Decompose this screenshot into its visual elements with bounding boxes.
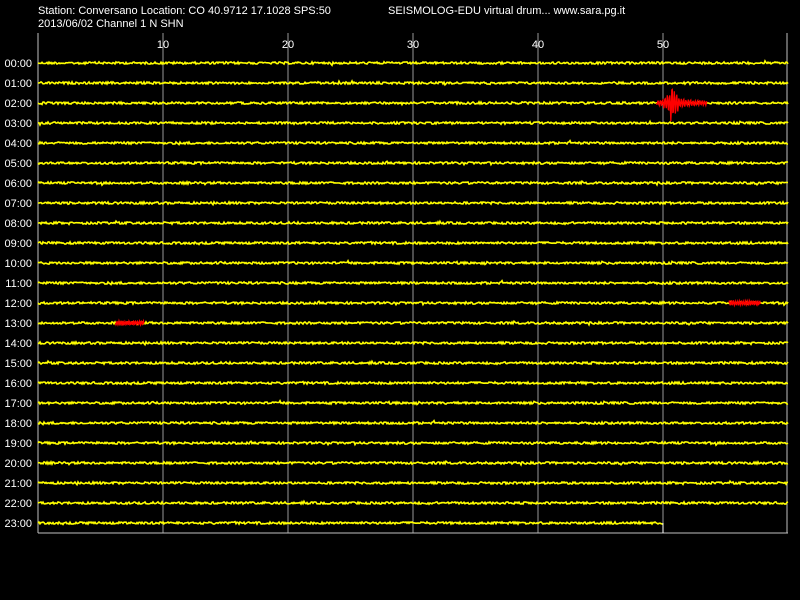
row-label: 22:00 (4, 498, 32, 510)
seismic-event-1200 (728, 298, 761, 308)
row-label: 04:00 (4, 138, 32, 150)
x-tick-label: 40 (532, 39, 544, 51)
seismic-event-1300 (114, 318, 145, 328)
row-label: 07:00 (4, 198, 32, 210)
row-label: 11:00 (5, 278, 32, 290)
seismogram-drum: 10 20 30 40 50 00:00 01:00 02:00 03:00 04:00 05:00… (4, 33, 789, 534)
row-label: 03:00 (4, 118, 32, 130)
row-label: 09:00 (4, 238, 32, 250)
row-label: 10:00 (4, 258, 32, 270)
row-label: 18:00 (4, 418, 32, 430)
row-label: 17:00 (4, 398, 32, 410)
row-label: 14:00 (4, 338, 32, 350)
row-label: 20:00 (4, 458, 32, 470)
x-tick-label: 50 (657, 39, 669, 51)
row-label: 21:00 (4, 478, 32, 490)
row-label: 08:00 (4, 218, 32, 230)
x-tick-label: 10 (157, 39, 169, 51)
row-label: 23:00 (4, 518, 32, 530)
row-label: 15:00 (4, 358, 32, 370)
row-label: 19:00 (4, 438, 32, 450)
x-tick-label: 30 (407, 39, 419, 51)
row-label: 05:00 (4, 158, 32, 170)
x-tick-label: 20 (282, 39, 294, 51)
trace-row (37, 520, 664, 526)
row-label: 13:00 (4, 318, 32, 330)
row-label: 06:00 (4, 178, 32, 190)
row-label: 16:00 (4, 378, 32, 390)
row-label: 00:00 (4, 58, 32, 70)
seismic-event-0200 (656, 88, 708, 122)
row-label: 01:00 (4, 78, 32, 90)
row-label: 02:00 (4, 98, 32, 110)
row-label: 12:00 (4, 298, 32, 310)
